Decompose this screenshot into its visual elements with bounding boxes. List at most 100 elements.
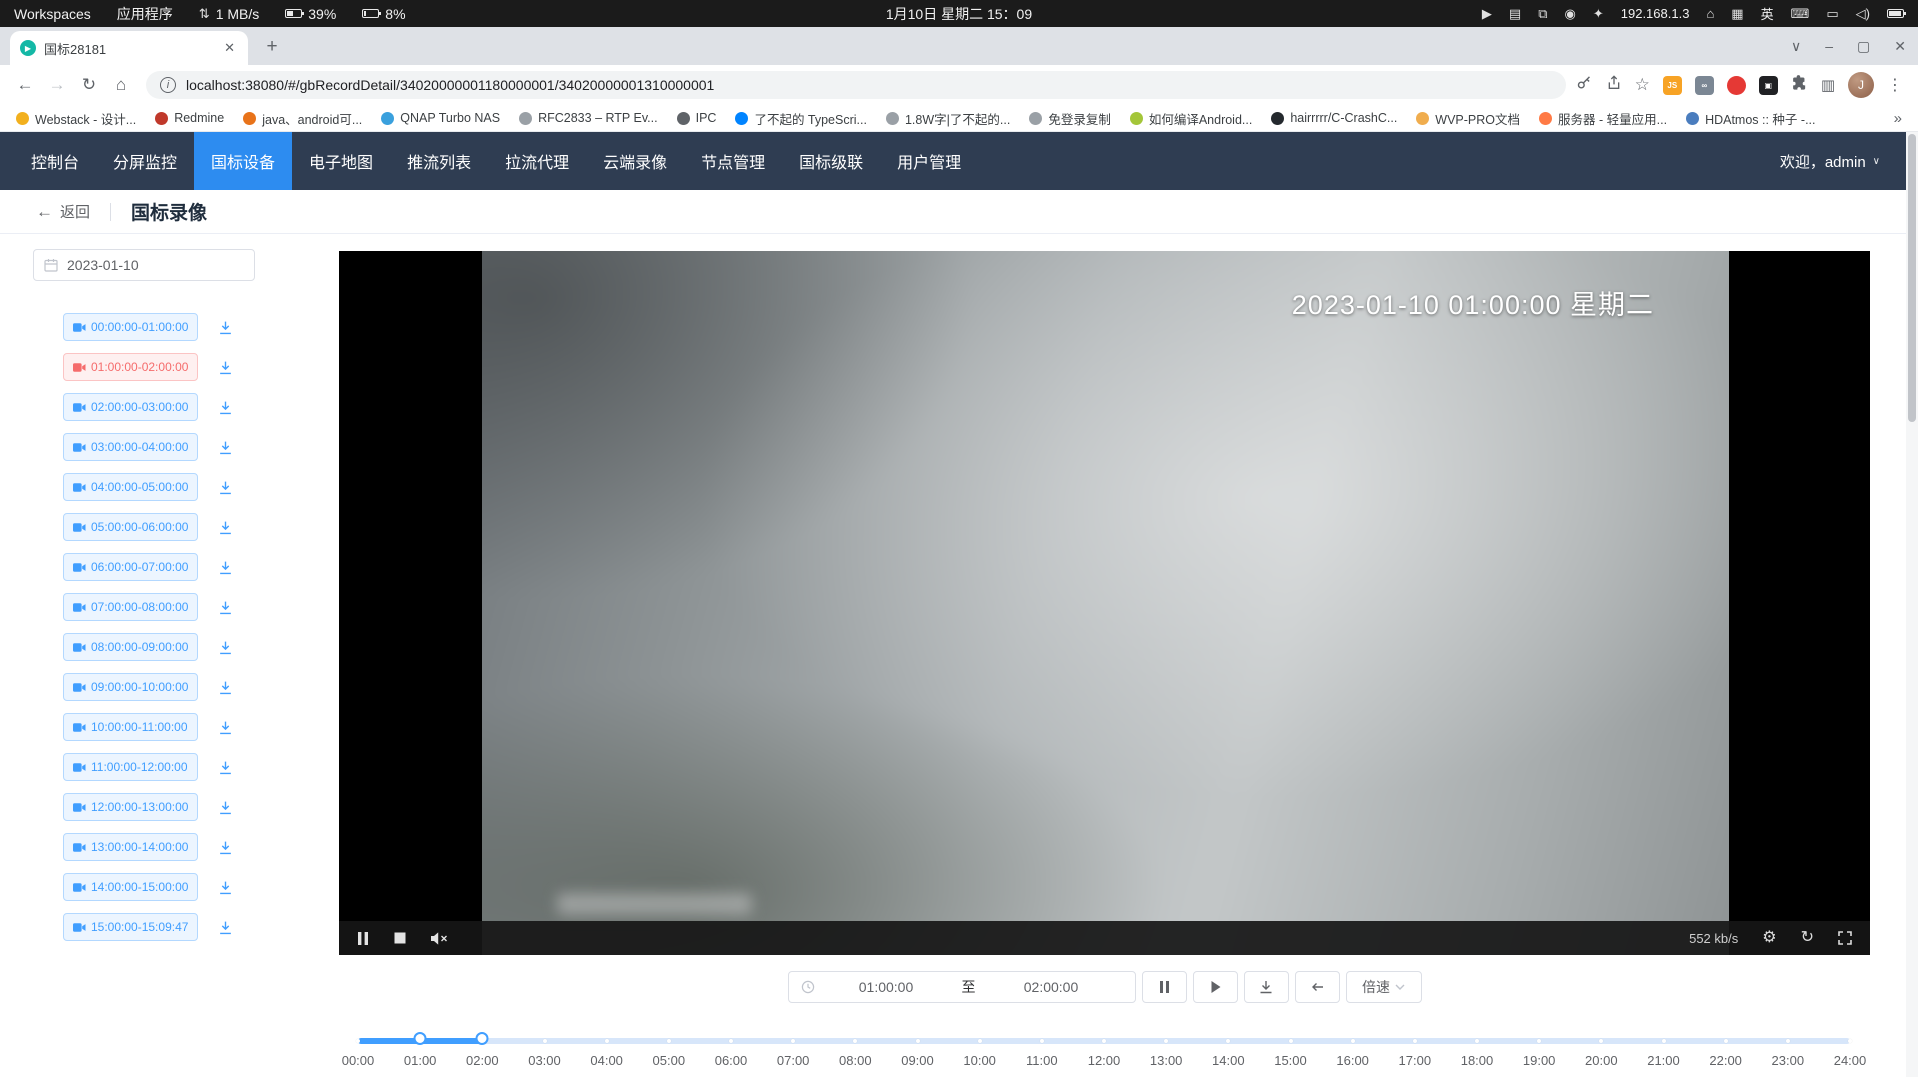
back-icon[interactable]: ← <box>10 70 40 100</box>
keyboard-icon[interactable]: ⌨ <box>1791 6 1810 22</box>
extension-red-icon[interactable] <box>1727 76 1746 95</box>
ip-address-indicator[interactable]: 192.168.1.3 <box>1621 6 1690 21</box>
speed-dropdown[interactable]: 倍速 <box>1346 971 1422 1003</box>
download-button[interactable] <box>1244 971 1289 1003</box>
bookmark-item[interactable]: 1.8W字|了不起的... <box>886 109 1010 128</box>
bookmark-item[interactable]: 了不起的 TypeScri... <box>735 109 867 128</box>
player-refresh-icon[interactable]: ↻ <box>1801 930 1814 946</box>
segment-button[interactable]: 13:00:00-14:00:00 <box>63 833 198 861</box>
nav-tab[interactable]: 推流列表 <box>390 132 488 190</box>
applications-menu[interactable]: 应用程序 <box>117 4 173 24</box>
nav-tab[interactable]: 节点管理 <box>684 132 782 190</box>
nav-tab[interactable]: 云端录像 <box>586 132 684 190</box>
window-close-icon[interactable]: ✕ <box>1894 38 1906 55</box>
nav-tab[interactable]: 拉流代理 <box>488 132 586 190</box>
timeline-handle[interactable] <box>476 1032 489 1045</box>
bookmark-item[interactable]: java、android可... <box>243 109 362 128</box>
bookmark-item[interactable]: QNAP Turbo NAS <box>381 111 500 125</box>
segment-download-icon[interactable] <box>218 560 233 575</box>
profile-avatar[interactable]: J <box>1848 72 1874 98</box>
timeline-handle[interactable] <box>414 1032 427 1045</box>
desktop-clock[interactable]: 1月10日 星期二 15：09 <box>886 4 1032 24</box>
player-pause-icon[interactable] <box>357 932 369 945</box>
browser-tab[interactable]: ▶ 国标28181 ✕ <box>10 31 248 65</box>
segment-button[interactable]: 14:00:00-15:00:00 <box>63 873 198 901</box>
nav-tab[interactable]: 用户管理 <box>880 132 978 190</box>
player-mute-icon[interactable] <box>431 932 448 945</box>
user-menu[interactable]: 欢迎，admin ∨ <box>1780 132 1880 190</box>
browser-home-icon[interactable]: ⌂ <box>106 70 136 100</box>
password-key-icon[interactable] <box>1576 74 1593 96</box>
back-button[interactable]: ← 返回 <box>36 201 90 222</box>
player-stop-icon[interactable] <box>394 932 406 944</box>
volume-icon[interactable]: ◁) <box>1856 6 1870 22</box>
bookmarks-overflow-icon[interactable]: » <box>1894 110 1902 127</box>
time-range-input[interactable]: 01:00:00 至 02:00:00 <box>788 971 1136 1003</box>
page-scrollbar[interactable] <box>1906 132 1918 1077</box>
pause-button[interactable] <box>1142 971 1187 1003</box>
segment-download-icon[interactable] <box>218 920 233 935</box>
bookmark-item[interactable]: Webstack - 设计... <box>16 109 136 128</box>
segment-button[interactable]: 12:00:00-13:00:00 <box>63 793 198 821</box>
segment-download-icon[interactable] <box>218 720 233 735</box>
segment-button[interactable]: 11:00:00-12:00:00 <box>63 753 198 781</box>
window-chevron-icon[interactable]: ∨ <box>1791 38 1801 55</box>
segment-download-icon[interactable] <box>218 800 233 815</box>
segment-button[interactable]: 03:00:00-04:00:00 <box>63 433 198 461</box>
input-language-indicator[interactable]: 英 <box>1761 4 1774 23</box>
segment-download-icon[interactable] <box>218 880 233 895</box>
bookmark-item[interactable]: 服务器 - 轻量应用... <box>1539 109 1667 128</box>
extension-dark-icon[interactable]: ▣ <box>1759 76 1778 95</box>
nav-tab[interactable]: 国标设备 <box>194 132 292 190</box>
range-start-time[interactable]: 01:00:00 <box>815 979 958 995</box>
nav-tab[interactable]: 国标级联 <box>782 132 880 190</box>
stats-icon[interactable]: ▤ <box>1509 6 1521 22</box>
reload-icon[interactable]: ↻ <box>74 70 104 100</box>
tools-icon[interactable]: ✦ <box>1593 6 1604 22</box>
segment-button[interactable]: 09:00:00-10:00:00 <box>63 673 198 701</box>
side-panel-icon[interactable]: ▥ <box>1821 76 1835 94</box>
segment-button[interactable]: 15:00:00-15:09:47 <box>63 913 198 941</box>
segment-download-icon[interactable] <box>218 640 233 655</box>
bookmark-item[interactable]: 如何编译Android... <box>1130 109 1253 128</box>
timeline[interactable]: 00:0001:0002:0003:0004:0005:0006:0007:00… <box>358 1022 1850 1068</box>
segment-download-icon[interactable] <box>218 360 233 375</box>
grid-icon[interactable]: ▦ <box>1731 6 1743 22</box>
player-settings-icon[interactable]: ⚙ <box>1762 930 1776 946</box>
segment-button[interactable]: 10:00:00-11:00:00 <box>63 713 198 741</box>
segment-download-icon[interactable] <box>218 480 233 495</box>
record-icon[interactable]: ◉ <box>1565 6 1576 22</box>
segment-button[interactable]: 07:00:00-08:00:00 <box>63 593 198 621</box>
segment-download-icon[interactable] <box>218 400 233 415</box>
player-fullscreen-icon[interactable] <box>1838 931 1852 945</box>
segment-button[interactable]: 08:00:00-09:00:00 <box>63 633 198 661</box>
extension-js-icon[interactable]: JS <box>1663 76 1682 95</box>
segment-download-icon[interactable] <box>218 320 233 335</box>
segment-button[interactable]: 06:00:00-07:00:00 <box>63 553 198 581</box>
seek-back-button[interactable] <box>1295 971 1340 1003</box>
scrollbar-thumb[interactable] <box>1908 134 1916 422</box>
new-tab-button[interactable]: + <box>258 33 286 61</box>
segment-download-icon[interactable] <box>218 600 233 615</box>
bookmark-item[interactable]: HDAtmos :: 种子 -... <box>1686 109 1815 128</box>
extension-generic-icon[interactable]: ∞ <box>1695 76 1714 95</box>
display-icon[interactable]: ▭ <box>1826 6 1838 22</box>
video-player[interactable]: 2023-01-10 01:00:00 星期二 552 kb/s ⚙ ↻ <box>339 251 1870 955</box>
nav-tab[interactable]: 控制台 <box>14 132 96 190</box>
bookmark-star-icon[interactable]: ☆ <box>1635 75 1650 95</box>
bookmark-item[interactable]: IPC <box>677 111 717 125</box>
bookmark-item[interactable]: hairrrrr/C-CrashC... <box>1271 111 1397 125</box>
window-minimize-icon[interactable]: – <box>1825 38 1833 54</box>
window-maximize-icon[interactable]: ▢ <box>1857 38 1870 55</box>
tab-close-icon[interactable]: ✕ <box>221 40 238 56</box>
segment-button[interactable]: 02:00:00-03:00:00 <box>63 393 198 421</box>
play-button[interactable] <box>1193 971 1238 1003</box>
nav-tab[interactable]: 分屏监控 <box>96 132 194 190</box>
copy-icon[interactable]: ⧉ <box>1538 6 1547 22</box>
browser-menu-icon[interactable]: ⋮ <box>1887 75 1904 95</box>
segment-download-icon[interactable] <box>218 520 233 535</box>
segment-button[interactable]: 05:00:00-06:00:00 <box>63 513 198 541</box>
home-icon[interactable]: ⌂ <box>1706 6 1714 21</box>
bookmark-item[interactable]: Redmine <box>155 111 224 125</box>
address-bar[interactable]: i localhost:38080/#/gbRecordDetail/34020… <box>146 71 1566 99</box>
